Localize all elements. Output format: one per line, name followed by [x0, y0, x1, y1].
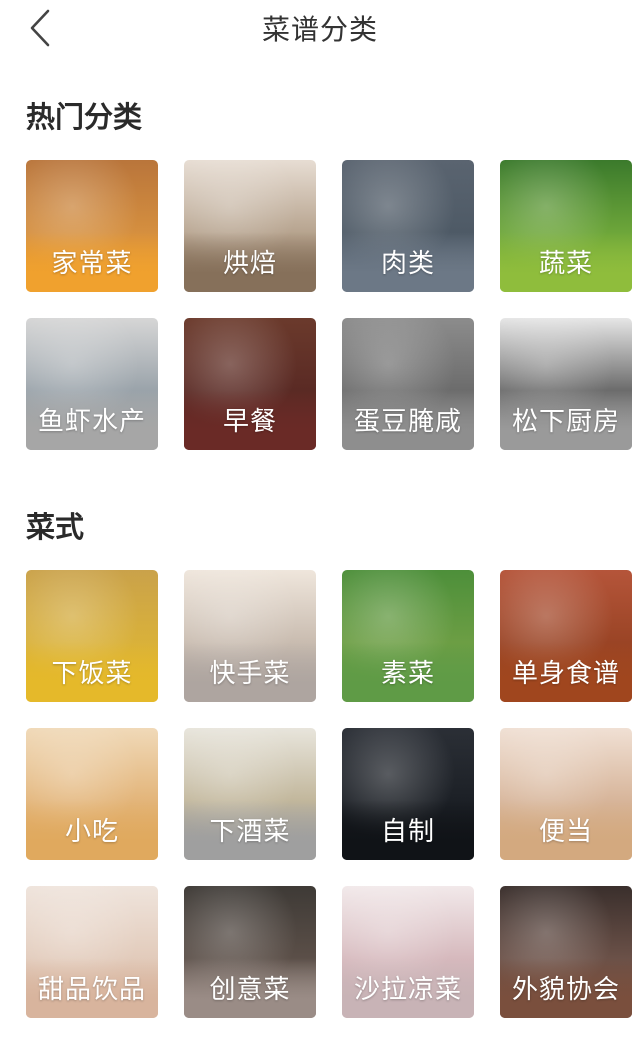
category-label: 单身食谱 [511, 659, 620, 689]
category-label: 肉类 [380, 249, 435, 279]
category-creative-dishes-tile[interactable]: 创意菜 [184, 886, 316, 1018]
dish-style-category-grid: 下饭菜 快手菜 素菜 单身食谱小吃 下酒菜 自制 便当甜品饮品 创意菜 沙拉凉菜 外貌协会 [26, 570, 632, 1020]
category-panasonic-kitchen-tile[interactable]: 松下厨房 [500, 318, 632, 450]
category-label: 小吃 [64, 817, 119, 847]
category-pretty-dishes-tile[interactable]: 外貌协会 [500, 886, 632, 1018]
category-rice-dishes-tile[interactable]: 下饭菜 [26, 570, 158, 702]
category-label: 素菜 [380, 659, 435, 689]
category-label: 下饭菜 [51, 659, 133, 689]
category-homemade-tile[interactable]: 自制 [342, 728, 474, 860]
category-single-recipes-tile[interactable]: 单身食谱 [500, 570, 632, 702]
category-breakfast-tile[interactable]: 早餐 [184, 318, 316, 450]
category-label: 烘焙 [222, 249, 277, 279]
category-label: 甜品饮品 [37, 975, 146, 1005]
category-label: 创意菜 [209, 975, 291, 1005]
category-label: 便当 [538, 817, 593, 847]
category-bar-snacks-tile[interactable]: 下酒菜 [184, 728, 316, 860]
category-label: 家常菜 [51, 249, 133, 279]
page-title: 菜谱分类 [261, 13, 378, 46]
category-snacks-tile[interactable]: 小吃 [26, 728, 158, 860]
category-label: 沙拉凉菜 [353, 975, 462, 1005]
category-vegetarian-tile[interactable]: 素菜 [342, 570, 474, 702]
category-label: 蔬菜 [538, 249, 593, 279]
section-title-popular: 热门分类 [26, 100, 143, 134]
category-meat-tile[interactable]: 肉类 [342, 160, 474, 292]
category-seafood-tile[interactable]: 鱼虾水产 [26, 318, 158, 450]
category-label: 快手菜 [209, 659, 291, 689]
popular-category-grid: 家常菜 烘焙 肉类 蔬菜鱼虾水产 早餐 蛋豆腌咸 松下厨房 [26, 160, 632, 452]
category-baking-tile[interactable]: 烘焙 [184, 160, 316, 292]
category-label: 蛋豆腌咸 [353, 407, 462, 437]
category-eggs-beans-pickled-tile[interactable]: 蛋豆腌咸 [342, 318, 474, 450]
category-bento-tile[interactable]: 便当 [500, 728, 632, 860]
category-desserts-drinks-tile[interactable]: 甜品饮品 [26, 886, 158, 1018]
category-vegetables-tile[interactable]: 蔬菜 [500, 160, 632, 292]
category-label: 下酒菜 [209, 817, 291, 847]
category-label: 鱼虾水产 [37, 407, 146, 437]
back-button[interactable] [22, 8, 58, 48]
chevron-left-icon [30, 9, 50, 47]
category-label: 早餐 [222, 407, 277, 437]
category-label: 外貌协会 [511, 975, 620, 1005]
category-home-dishes-tile[interactable]: 家常菜 [26, 160, 158, 292]
category-quick-dishes-tile[interactable]: 快手菜 [184, 570, 316, 702]
category-salads-cold-dishes-tile[interactable]: 沙拉凉菜 [342, 886, 474, 1018]
category-label: 自制 [380, 817, 435, 847]
category-label: 松下厨房 [511, 407, 620, 437]
top-bar: 菜谱分类 [0, 0, 640, 56]
section-title-dish-styles: 菜式 [26, 510, 85, 544]
